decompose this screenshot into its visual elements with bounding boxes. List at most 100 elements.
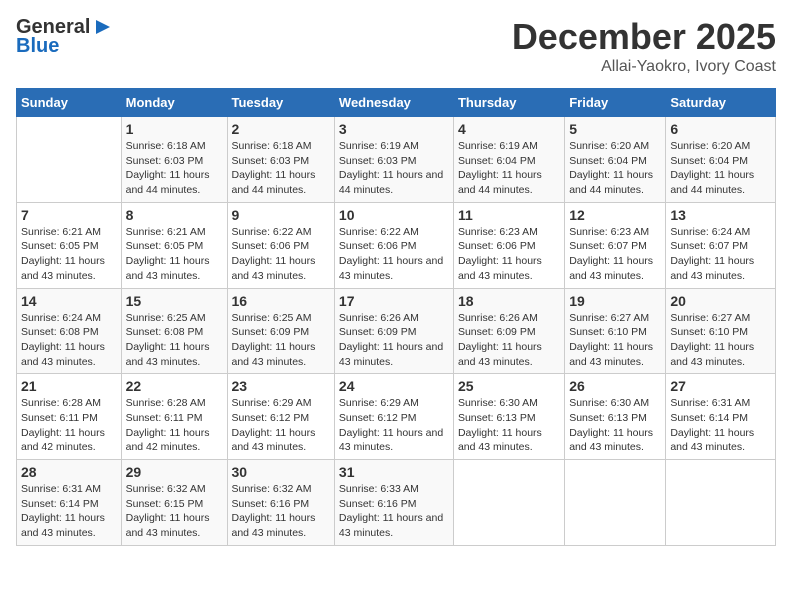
day-info: Sunrise: 6:20 AMSunset: 6:04 PMDaylight:… — [670, 140, 754, 196]
table-row: 19 Sunrise: 6:27 AMSunset: 6:10 PMDaylig… — [565, 288, 666, 374]
day-info: Sunrise: 6:18 AMSunset: 6:03 PMDaylight:… — [232, 140, 316, 196]
day-number: 17 — [339, 293, 449, 309]
logo-arrow-icon — [92, 16, 114, 38]
day-number: 6 — [670, 121, 771, 137]
calendar-week-row: 7 Sunrise: 6:21 AMSunset: 6:05 PMDayligh… — [17, 202, 776, 288]
table-row: 25 Sunrise: 6:30 AMSunset: 6:13 PMDaylig… — [453, 374, 564, 460]
day-info: Sunrise: 6:19 AMSunset: 6:03 PMDaylight:… — [339, 140, 443, 196]
calendar-header-row: Sunday Monday Tuesday Wednesday Thursday… — [17, 89, 776, 117]
day-number: 23 — [232, 378, 330, 394]
day-number: 26 — [569, 378, 661, 394]
day-number: 30 — [232, 464, 330, 480]
col-thursday: Thursday — [453, 89, 564, 117]
table-row: 26 Sunrise: 6:30 AMSunset: 6:13 PMDaylig… — [565, 374, 666, 460]
day-number: 9 — [232, 207, 330, 223]
day-info: Sunrise: 6:29 AMSunset: 6:12 PMDaylight:… — [339, 397, 443, 453]
table-row: 20 Sunrise: 6:27 AMSunset: 6:10 PMDaylig… — [666, 288, 776, 374]
day-number: 14 — [21, 293, 117, 309]
day-number: 5 — [569, 121, 661, 137]
day-number: 21 — [21, 378, 117, 394]
day-info: Sunrise: 6:23 AMSunset: 6:06 PMDaylight:… — [458, 226, 542, 282]
calendar-week-row: 21 Sunrise: 6:28 AMSunset: 6:11 PMDaylig… — [17, 374, 776, 460]
table-row: 12 Sunrise: 6:23 AMSunset: 6:07 PMDaylig… — [565, 202, 666, 288]
day-number: 27 — [670, 378, 771, 394]
day-info: Sunrise: 6:33 AMSunset: 6:16 PMDaylight:… — [339, 483, 443, 539]
table-row — [453, 460, 564, 546]
day-info: Sunrise: 6:27 AMSunset: 6:10 PMDaylight:… — [670, 312, 754, 368]
day-number: 22 — [126, 378, 223, 394]
day-number: 4 — [458, 121, 560, 137]
table-row: 28 Sunrise: 6:31 AMSunset: 6:14 PMDaylig… — [17, 460, 122, 546]
calendar-table: Sunday Monday Tuesday Wednesday Thursday… — [16, 88, 776, 546]
table-row: 15 Sunrise: 6:25 AMSunset: 6:08 PMDaylig… — [121, 288, 227, 374]
day-number: 18 — [458, 293, 560, 309]
day-info: Sunrise: 6:27 AMSunset: 6:10 PMDaylight:… — [569, 312, 653, 368]
day-info: Sunrise: 6:31 AMSunset: 6:14 PMDaylight:… — [21, 483, 105, 539]
day-number: 24 — [339, 378, 449, 394]
logo: General Blue — [16, 16, 114, 58]
table-row: 13 Sunrise: 6:24 AMSunset: 6:07 PMDaylig… — [666, 202, 776, 288]
calendar-week-row: 28 Sunrise: 6:31 AMSunset: 6:14 PMDaylig… — [17, 460, 776, 546]
day-number: 12 — [569, 207, 661, 223]
day-number: 10 — [339, 207, 449, 223]
day-number: 20 — [670, 293, 771, 309]
table-row: 27 Sunrise: 6:31 AMSunset: 6:14 PMDaylig… — [666, 374, 776, 460]
calendar-week-row: 14 Sunrise: 6:24 AMSunset: 6:08 PMDaylig… — [17, 288, 776, 374]
day-info: Sunrise: 6:23 AMSunset: 6:07 PMDaylight:… — [569, 226, 653, 282]
table-row: 29 Sunrise: 6:32 AMSunset: 6:15 PMDaylig… — [121, 460, 227, 546]
table-row: 21 Sunrise: 6:28 AMSunset: 6:11 PMDaylig… — [17, 374, 122, 460]
day-info: Sunrise: 6:32 AMSunset: 6:15 PMDaylight:… — [126, 483, 210, 539]
day-number: 11 — [458, 207, 560, 223]
col-wednesday: Wednesday — [334, 89, 453, 117]
day-info: Sunrise: 6:19 AMSunset: 6:04 PMDaylight:… — [458, 140, 542, 196]
table-row: 1 Sunrise: 6:18 AMSunset: 6:03 PMDayligh… — [121, 117, 227, 203]
day-info: Sunrise: 6:24 AMSunset: 6:07 PMDaylight:… — [670, 226, 754, 282]
day-info: Sunrise: 6:21 AMSunset: 6:05 PMDaylight:… — [21, 226, 105, 282]
day-number: 16 — [232, 293, 330, 309]
table-row: 14 Sunrise: 6:24 AMSunset: 6:08 PMDaylig… — [17, 288, 122, 374]
day-info: Sunrise: 6:31 AMSunset: 6:14 PMDaylight:… — [670, 397, 754, 453]
day-info: Sunrise: 6:21 AMSunset: 6:05 PMDaylight:… — [126, 226, 210, 282]
col-monday: Monday — [121, 89, 227, 117]
table-row: 18 Sunrise: 6:26 AMSunset: 6:09 PMDaylig… — [453, 288, 564, 374]
table-row: 10 Sunrise: 6:22 AMSunset: 6:06 PMDaylig… — [334, 202, 453, 288]
table-row: 2 Sunrise: 6:18 AMSunset: 6:03 PMDayligh… — [227, 117, 334, 203]
table-row: 5 Sunrise: 6:20 AMSunset: 6:04 PMDayligh… — [565, 117, 666, 203]
day-number: 15 — [126, 293, 223, 309]
day-number: 25 — [458, 378, 560, 394]
table-row: 3 Sunrise: 6:19 AMSunset: 6:03 PMDayligh… — [334, 117, 453, 203]
col-tuesday: Tuesday — [227, 89, 334, 117]
table-row: 17 Sunrise: 6:26 AMSunset: 6:09 PMDaylig… — [334, 288, 453, 374]
day-number: 3 — [339, 121, 449, 137]
day-info: Sunrise: 6:26 AMSunset: 6:09 PMDaylight:… — [339, 312, 443, 368]
logo-blue-text: Blue — [16, 35, 59, 58]
col-sunday: Sunday — [17, 89, 122, 117]
table-row: 16 Sunrise: 6:25 AMSunset: 6:09 PMDaylig… — [227, 288, 334, 374]
day-info: Sunrise: 6:25 AMSunset: 6:08 PMDaylight:… — [126, 312, 210, 368]
table-row: 23 Sunrise: 6:29 AMSunset: 6:12 PMDaylig… — [227, 374, 334, 460]
table-row — [666, 460, 776, 546]
day-number: 8 — [126, 207, 223, 223]
table-row: 31 Sunrise: 6:33 AMSunset: 6:16 PMDaylig… — [334, 460, 453, 546]
calendar-subtitle: Allai-Yaokro, Ivory Coast — [512, 58, 776, 76]
table-row: 30 Sunrise: 6:32 AMSunset: 6:16 PMDaylig… — [227, 460, 334, 546]
day-number: 7 — [21, 207, 117, 223]
day-info: Sunrise: 6:29 AMSunset: 6:12 PMDaylight:… — [232, 397, 316, 453]
table-row: 8 Sunrise: 6:21 AMSunset: 6:05 PMDayligh… — [121, 202, 227, 288]
table-row: 4 Sunrise: 6:19 AMSunset: 6:04 PMDayligh… — [453, 117, 564, 203]
day-info: Sunrise: 6:22 AMSunset: 6:06 PMDaylight:… — [232, 226, 316, 282]
table-row — [17, 117, 122, 203]
table-row: 6 Sunrise: 6:20 AMSunset: 6:04 PMDayligh… — [666, 117, 776, 203]
table-row: 22 Sunrise: 6:28 AMSunset: 6:11 PMDaylig… — [121, 374, 227, 460]
col-saturday: Saturday — [666, 89, 776, 117]
day-info: Sunrise: 6:30 AMSunset: 6:13 PMDaylight:… — [458, 397, 542, 453]
day-info: Sunrise: 6:26 AMSunset: 6:09 PMDaylight:… — [458, 312, 542, 368]
day-number: 19 — [569, 293, 661, 309]
page-header: General Blue December 2025 Allai-Yaokro,… — [16, 16, 776, 76]
day-number: 2 — [232, 121, 330, 137]
day-number: 13 — [670, 207, 771, 223]
day-info: Sunrise: 6:25 AMSunset: 6:09 PMDaylight:… — [232, 312, 316, 368]
day-info: Sunrise: 6:28 AMSunset: 6:11 PMDaylight:… — [126, 397, 210, 453]
day-info: Sunrise: 6:20 AMSunset: 6:04 PMDaylight:… — [569, 140, 653, 196]
day-info: Sunrise: 6:18 AMSunset: 6:03 PMDaylight:… — [126, 140, 210, 196]
